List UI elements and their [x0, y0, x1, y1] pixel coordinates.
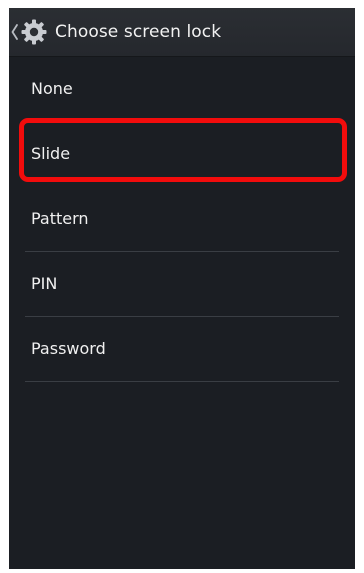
screen-lock-options-list: None Slide Pattern PIN Password: [9, 57, 355, 382]
lock-option-none[interactable]: None: [9, 57, 355, 122]
lock-option-label: PIN: [31, 274, 58, 293]
page-title: Choose screen lock: [55, 22, 222, 42]
lock-option-label: Pattern: [31, 209, 89, 228]
chevron-left-icon[interactable]: [11, 23, 18, 41]
lock-option-label: None: [31, 79, 73, 98]
lock-option-pin[interactable]: PIN: [9, 252, 355, 317]
lock-option-slide[interactable]: Slide: [9, 122, 355, 187]
lock-option-label: Slide: [31, 144, 71, 163]
divider: [25, 381, 339, 382]
lock-option-pattern[interactable]: Pattern: [9, 187, 355, 252]
lock-option-label: Password: [31, 339, 106, 358]
device-screen: Choose screen lock None Slide Pattern PI…: [9, 8, 355, 569]
action-bar: Choose screen lock: [9, 8, 355, 57]
lock-option-password[interactable]: Password: [9, 317, 355, 382]
gear-icon[interactable]: [20, 18, 48, 46]
